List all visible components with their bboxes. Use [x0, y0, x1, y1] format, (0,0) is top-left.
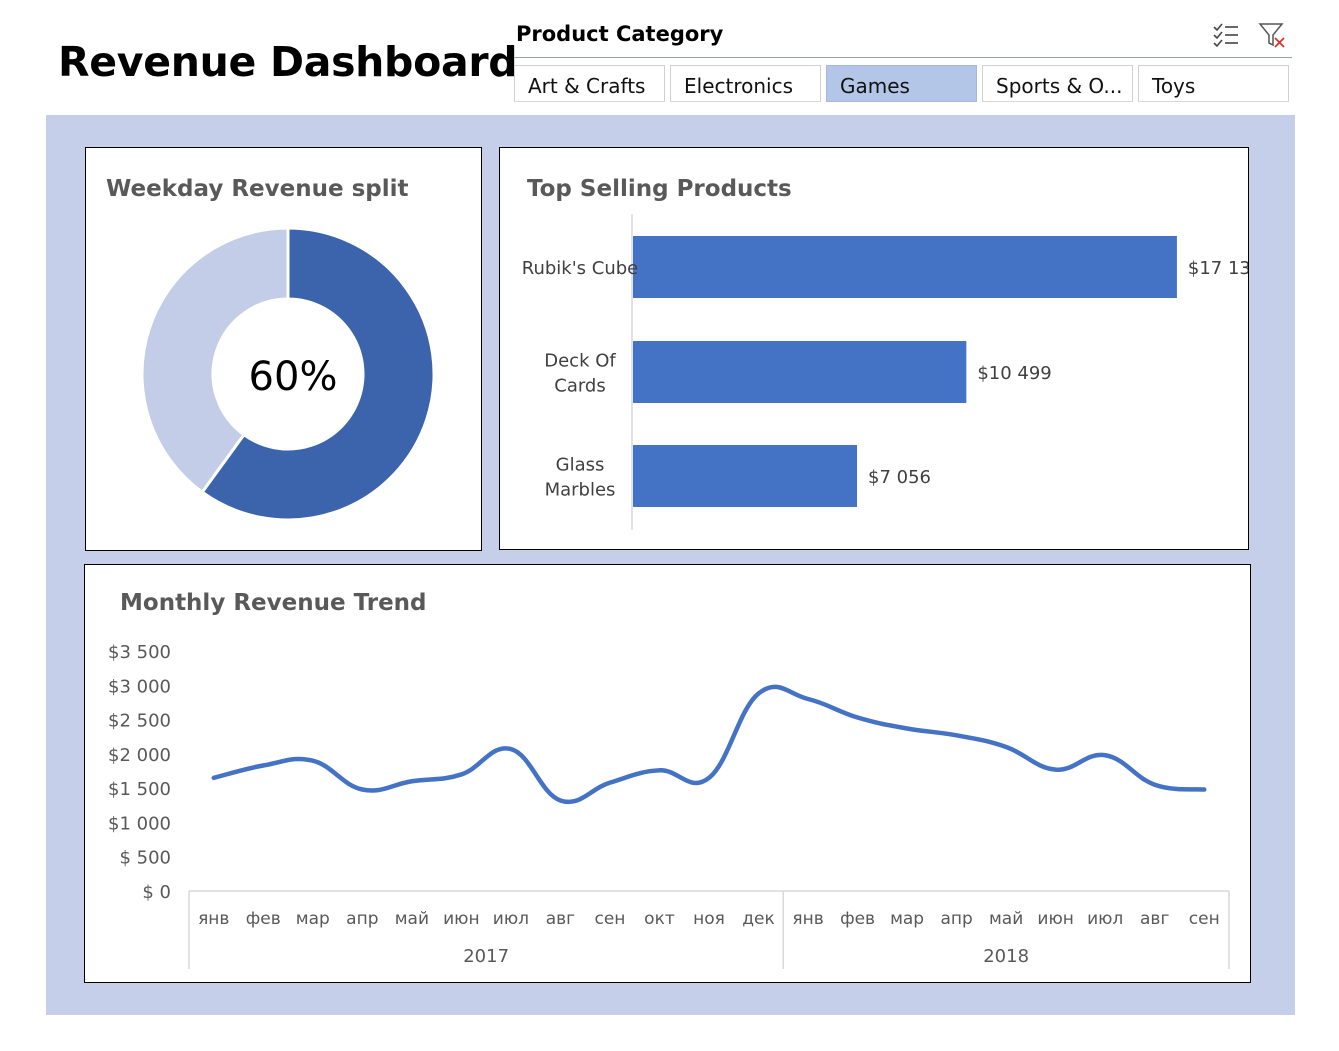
y-tick-label: $1 000: [108, 813, 171, 834]
x-tick-label: мар: [296, 909, 330, 929]
dashboard-title: Revenue Dashboard: [58, 38, 518, 86]
x-tick-label: янв: [792, 909, 823, 929]
clear-filter-icon[interactable]: [1256, 20, 1288, 50]
x-tick-label: фев: [840, 909, 875, 929]
x-tick-label: сен: [594, 909, 625, 929]
product-category-slicer: Product Category Art & Crafts Electronic…: [512, 16, 1292, 106]
top-products-card: Top Selling Products $17 131Rubik's Cube…: [499, 147, 1249, 550]
weekday-donut-chart: 60%: [140, 226, 436, 522]
bar-data-label-1: $17 131: [1188, 258, 1248, 279]
x-tick-label: сен: [1189, 909, 1220, 929]
weekday-revenue-card: Weekday Revenue split 60%: [85, 147, 482, 551]
x-tick-label: авг: [546, 909, 575, 929]
slicer-header: Product Category: [516, 22, 724, 46]
x-tick-label: апр: [940, 909, 972, 929]
y-tick-label: $1 500: [108, 779, 171, 800]
bar-category-label-1: Rubik's Cube: [522, 258, 638, 279]
bar-category-label-3: Glass Marbles: [545, 455, 616, 501]
slicer-item-toys[interactable]: Toys: [1138, 65, 1289, 102]
y-tick-label: $3 500: [108, 642, 171, 663]
bar-data-label-3: $7 056: [868, 467, 931, 488]
x-tick-label: янв: [198, 909, 229, 929]
bar-3: [633, 445, 858, 507]
x-tick-label: июн: [443, 909, 479, 929]
x-tick-label: авг: [1140, 909, 1169, 929]
slicer-item-electronics[interactable]: Electronics: [670, 65, 821, 102]
slicer-item-art-crafts[interactable]: Art & Crafts: [514, 65, 665, 102]
y-tick-label: $ 500: [119, 848, 171, 869]
x-tick-label: июл: [493, 909, 529, 929]
x-tick-label: май: [395, 909, 429, 929]
y-tick-label: $ 0: [142, 882, 171, 903]
x-group-label: 2017: [463, 946, 509, 967]
x-tick-label: апр: [346, 909, 378, 929]
y-tick-label: $2 000: [108, 745, 171, 766]
bar-2: [633, 341, 967, 403]
donut-center-label: 60%: [249, 354, 338, 400]
bar-1: [633, 236, 1177, 298]
x-tick-label: дек: [742, 909, 774, 929]
top-products-bar-chart: $17 131 Rubik's Cube $10 499 Deck OfCards $7…: [522, 214, 1248, 530]
x-group-label: 2018: [983, 946, 1029, 967]
x-tick-label: июл: [1087, 909, 1123, 929]
bar-data-label-2: $10 499: [977, 363, 1051, 384]
x-tick-label: ноя: [693, 909, 725, 929]
x-tick-label: окт: [644, 909, 675, 929]
x-tick-label: май: [989, 909, 1023, 929]
x-tick-label: июн: [1037, 909, 1073, 929]
x-tick-label: мар: [890, 909, 924, 929]
slicer-item-games[interactable]: Games: [826, 65, 977, 102]
x-tick-label: фев: [246, 909, 281, 929]
y-tick-label: $3 000: [108, 676, 171, 697]
y-tick-label: $2 500: [108, 711, 171, 732]
monthly-trend-card: Monthly Revenue Trend $ 0 $ 500 $1 000 $1 5…: [84, 564, 1251, 983]
revenue-trend-line-1: [211, 684, 1207, 805]
monthly-line-chart: $ 0 $ 500 $1 000 $1 500 $2 000 $2 500 $3 000 $3…: [108, 642, 1230, 969]
bar-category-label-2: Deck Of Cards: [544, 351, 616, 397]
multi-select-icon[interactable]: [1210, 20, 1242, 50]
slicer-divider: [514, 57, 1292, 58]
slicer-item-sports[interactable]: Sports & O...: [982, 65, 1133, 102]
